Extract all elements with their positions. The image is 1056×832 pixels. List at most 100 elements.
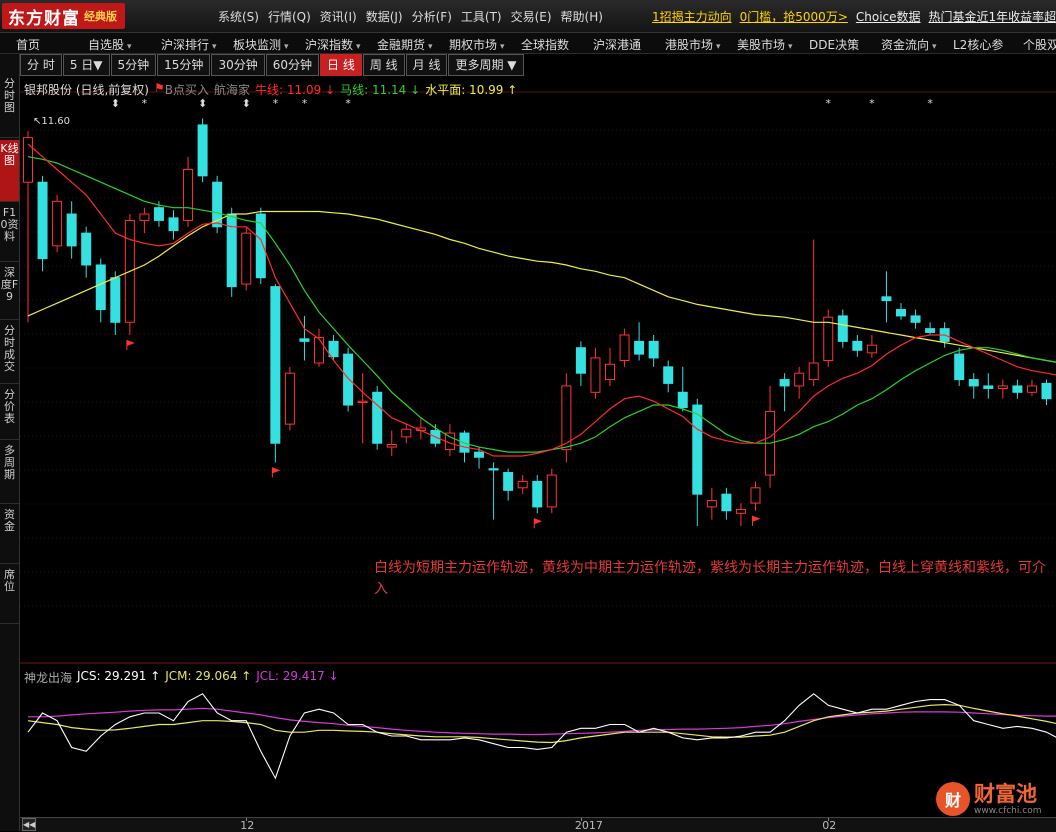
- scroll-left-button[interactable]: ◀◀: [22, 818, 36, 831]
- candlestick[interactable]: [866, 335, 877, 358]
- candlestick[interactable]: [183, 156, 194, 227]
- candlestick[interactable]: [241, 226, 252, 291]
- candlestick[interactable]: [692, 398, 703, 526]
- candlestick[interactable]: [619, 328, 630, 367]
- candle-body: [95, 264, 106, 311]
- candlestick[interactable]: [1012, 379, 1023, 399]
- candlestick[interactable]: [1026, 379, 1037, 397]
- candlestick[interactable]: [561, 373, 572, 463]
- indicator-name: 神龙出海: [24, 671, 73, 685]
- star-marker: ⬍: [198, 97, 207, 110]
- watermark-title: 财富池: [974, 782, 1037, 806]
- candle-body: [81, 232, 92, 266]
- candle-body: [314, 337, 324, 364]
- candlestick[interactable]: [735, 503, 746, 526]
- candlestick[interactable]: [386, 430, 397, 456]
- candlestick[interactable]: [66, 201, 77, 259]
- candlestick[interactable]: [517, 475, 528, 495]
- candlestick[interactable]: [372, 385, 383, 450]
- candlestick[interactable]: [255, 207, 266, 285]
- candlestick[interactable]: [968, 373, 979, 399]
- candle-body: [881, 296, 892, 302]
- candlestick[interactable]: [37, 175, 48, 272]
- candle-body: [706, 500, 717, 508]
- candle-body: [605, 363, 615, 381]
- candlestick[interactable]: [954, 347, 965, 386]
- candlestick[interactable]: [110, 271, 121, 336]
- candlestick[interactable]: [270, 284, 281, 463]
- candlestick[interactable]: [197, 118, 208, 183]
- shuiping-line-value: 水平面: 10.99 ↑: [425, 83, 518, 97]
- candlestick[interactable]: [95, 258, 106, 323]
- candlestick[interactable]: [677, 366, 688, 412]
- candlestick[interactable]: [139, 207, 150, 234]
- candle-body: [401, 428, 412, 438]
- candlestick[interactable]: [488, 462, 499, 520]
- candlestick[interactable]: [81, 226, 92, 278]
- candlestick[interactable]: [23, 131, 33, 323]
- candlestick[interactable]: [779, 373, 790, 412]
- candle-body: [1026, 385, 1037, 393]
- kline-chart[interactable]: ⬍ * ⬍ ⬍ * * * * * *: [0, 0, 1056, 831]
- candle-body: [968, 379, 979, 387]
- hanghai-label: 航海家: [214, 83, 251, 97]
- axis-tick: [580, 818, 582, 821]
- axis-tick: [246, 818, 248, 821]
- candlestick[interactable]: [983, 373, 994, 399]
- candle-body: [357, 400, 368, 403]
- candlestick[interactable]: [212, 175, 223, 234]
- annotation-text: 白线为短期主力运作轨迹，黄线为中期主力运作轨迹，紫线为长期主力运作轨迹，白线上穿…: [374, 560, 1046, 597]
- candle-body: [823, 316, 834, 361]
- candlestick[interactable]: [663, 360, 674, 393]
- candle-body: [139, 213, 150, 221]
- candlestick[interactable]: [357, 373, 368, 444]
- candlestick[interactable]: [314, 328, 324, 367]
- candlestick[interactable]: [52, 194, 63, 253]
- candlestick[interactable]: [575, 341, 586, 386]
- candlestick[interactable]: [284, 366, 295, 431]
- candlestick[interactable]: [532, 475, 543, 514]
- candlestick[interactable]: [881, 271, 892, 323]
- buy-flag-icon: [752, 515, 761, 526]
- candlestick[interactable]: [925, 322, 936, 336]
- candlestick[interactable]: [546, 468, 557, 514]
- candlestick[interactable]: [823, 309, 834, 367]
- candlestick[interactable]: [444, 424, 455, 456]
- candle-body: [997, 385, 1008, 389]
- candlestick[interactable]: [808, 239, 819, 386]
- candlestick[interactable]: [910, 309, 921, 329]
- candlestick[interactable]: [474, 447, 485, 469]
- candle-body: [735, 508, 746, 514]
- candlestick[interactable]: [605, 347, 615, 386]
- candlestick[interactable]: [648, 335, 659, 367]
- indicator-header: 神龙出海 JCS: 29.291 ↑ JCM: 29.064 ↑ JCL: 29…: [24, 669, 344, 686]
- candlestick[interactable]: [852, 335, 863, 357]
- candlestick[interactable]: [124, 214, 135, 336]
- candle-body: [532, 480, 543, 508]
- candlestick[interactable]: [794, 366, 805, 399]
- candlestick[interactable]: [343, 347, 354, 412]
- candlestick[interactable]: [168, 210, 179, 240]
- candlestick[interactable]: [590, 347, 601, 399]
- candlestick[interactable]: [721, 487, 732, 520]
- candlestick[interactable]: [997, 379, 1008, 399]
- candle-body: [866, 344, 877, 354]
- candlestick[interactable]: [750, 481, 761, 511]
- candlestick[interactable]: [1041, 379, 1052, 406]
- candle-body: [677, 391, 688, 409]
- niu-line-value: 牛线: 11.09 ↓: [255, 83, 336, 97]
- shuiping-line: [27, 210, 1056, 363]
- star-marker: *: [142, 97, 148, 110]
- candlestick[interactable]: [837, 309, 848, 348]
- candlestick[interactable]: [634, 322, 645, 361]
- candlestick[interactable]: [896, 303, 906, 320]
- jcm-value: JCM: 29.064 ↑: [165, 669, 252, 683]
- candlestick[interactable]: [226, 207, 237, 297]
- candlestick[interactable]: [503, 468, 514, 501]
- candlestick[interactable]: [706, 487, 717, 520]
- candle-body: [619, 334, 630, 361]
- star-marker: *: [302, 97, 308, 110]
- candlestick[interactable]: [401, 424, 412, 444]
- candle-body: [546, 474, 557, 508]
- buy-flag-icon: [126, 340, 135, 351]
